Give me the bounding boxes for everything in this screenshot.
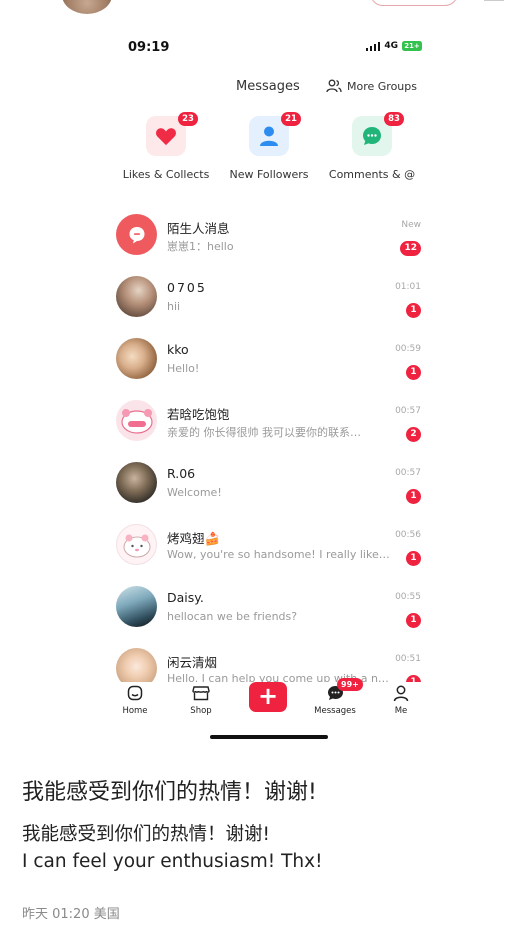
conversation-time: 00:55 [395,592,421,602]
tab-messages-label: Messages [314,706,356,716]
more-groups-button[interactable]: More Groups [326,79,417,93]
post-body-line-1: 我能感受到你们的热情！谢谢! [22,824,270,845]
tab-shop-label: Shop [190,706,212,716]
avatar [116,400,157,441]
avatar [116,462,157,503]
post-meta: 昨天 01:20 美国 [22,907,120,922]
notification-categories: 23 Likes & Collects 21 New Followers 83 [104,112,434,186]
person-icon [260,126,278,146]
follow-button[interactable] [370,0,458,6]
unread-badge: 1 [406,489,421,504]
unread-badge: 1 [406,551,421,566]
tab-shop[interactable]: Shop [171,682,231,716]
phone-screenshot: 09:19 4G 21+ Messages More Groups 23 Lik… [104,28,434,746]
conversation-preview: Welcome! [167,486,222,499]
conversation-row[interactable]: 若晗吃饱饱 亲爱的 你长得很帅 我可以要你的联系… 00:57 2 [104,400,434,462]
conversation-row[interactable]: kko Hello! 00:59 1 [104,338,434,400]
conversation-name: R.06 [167,466,196,481]
unread-badge: 2 [406,427,421,442]
profile-icon [371,682,431,704]
comments-category[interactable]: 83 Comments & @ [317,112,427,181]
tab-home[interactable]: Home [105,682,165,716]
unread-badge: 1 [406,303,421,318]
heart-icon [156,128,176,146]
home-indicator [210,735,328,739]
conversation-name: 烤鸡翅🍰 [167,531,221,546]
conversation-preview: hellocan we be friends? [167,610,298,623]
page-title: Messages [236,79,300,94]
bottom-tab-bar: Home Shop + 99+ Messages Me [104,678,434,722]
likes-collects-badge: 23 [178,112,198,126]
conversation-time: New [401,220,421,230]
conversation-preview: 亲爱的 你长得很帅 我可以要你的联系… [167,426,361,439]
conversation-name: Daisy. [167,590,204,605]
conversation-row[interactable]: 0705 hii 01:01 1 [104,276,434,338]
tab-home-label: Home [122,706,148,716]
unread-badge: 12 [400,241,421,256]
signal-icon [365,41,381,51]
conversation-preview: Wow, you're so handsome! I really like… [167,548,390,561]
stranger-message-icon [116,214,157,255]
top-strip [0,0,531,28]
unread-badge: 1 [406,613,421,628]
status-indicators: 4G 21+ [365,41,422,51]
conversation-name: 若晗吃饱饱 [167,407,230,422]
conversation-preview: 崽崽1：hello [167,240,234,253]
new-followers-label: New Followers [229,168,309,181]
tab-me[interactable]: Me [371,682,431,716]
conversation-time: 00:56 [395,530,421,540]
battery-icon: 21+ [402,41,422,51]
shop-icon [171,682,231,704]
more-groups-label: More Groups [347,79,417,93]
conversation-name: 0705 [167,280,207,295]
conversation-preview: Hello! [167,362,200,375]
messages-tab-badge: 99+ [337,678,363,691]
post-body-line-2: I can feel your enthusiasm! Thx! [22,851,323,872]
network-type: 4G [384,41,398,51]
messages-icon: 99+ [305,678,365,704]
conversation-row[interactable]: R.06 Welcome! 00:57 1 [104,462,434,524]
conversation-preview: hii [167,300,181,313]
likes-collects-icon-box: 23 [146,112,198,156]
conversation-name: 陌生人消息 [167,221,230,236]
new-followers-badge: 21 [281,112,301,126]
avatar [116,276,157,317]
tab-messages[interactable]: 99+ Messages [305,678,365,716]
likes-collects-label: Likes & Collects [122,168,210,181]
conversation-row[interactable]: Daisy. hellocan we be friends? 00:55 1 [104,586,434,648]
conversation-row[interactable]: 烤鸡翅🍰 Wow, you're so handsome! I really l… [104,524,434,586]
create-post-button[interactable]: + [249,682,287,712]
home-icon [105,682,165,704]
status-time: 09:19 [128,40,170,55]
new-followers-category[interactable]: 21 New Followers [214,112,324,181]
conversation-time: 00:57 [395,468,421,478]
conversation-time: 00:59 [395,344,421,354]
tab-me-label: Me [394,706,408,716]
avatar [116,586,157,627]
conversation-row[interactable]: 陌生人消息 崽崽1：hello New 12 [104,214,434,276]
group-people-icon [326,79,342,93]
post-author-avatar[interactable] [62,0,112,14]
avatar [116,524,157,565]
comments-label: Comments & @ [328,168,416,181]
conversation-time: 00:51 [395,654,421,664]
conversation-name: 闲云清烟 [167,655,218,670]
likes-collects-category[interactable]: 23 Likes & Collects [111,112,221,181]
conversation-time: 01:01 [395,282,421,292]
more-options-icon[interactable] [484,0,504,4]
comments-badge: 83 [384,112,404,126]
comments-icon-box: 83 [352,112,404,156]
conversation-name: kko [167,342,189,357]
conversation-time: 00:57 [395,406,421,416]
unread-badge: 1 [406,365,421,380]
post-title: 我能感受到你们的热情！谢谢! [22,780,317,805]
avatar [116,338,157,379]
new-followers-icon-box: 21 [249,112,301,156]
chat-bubble-icon [363,127,381,145]
